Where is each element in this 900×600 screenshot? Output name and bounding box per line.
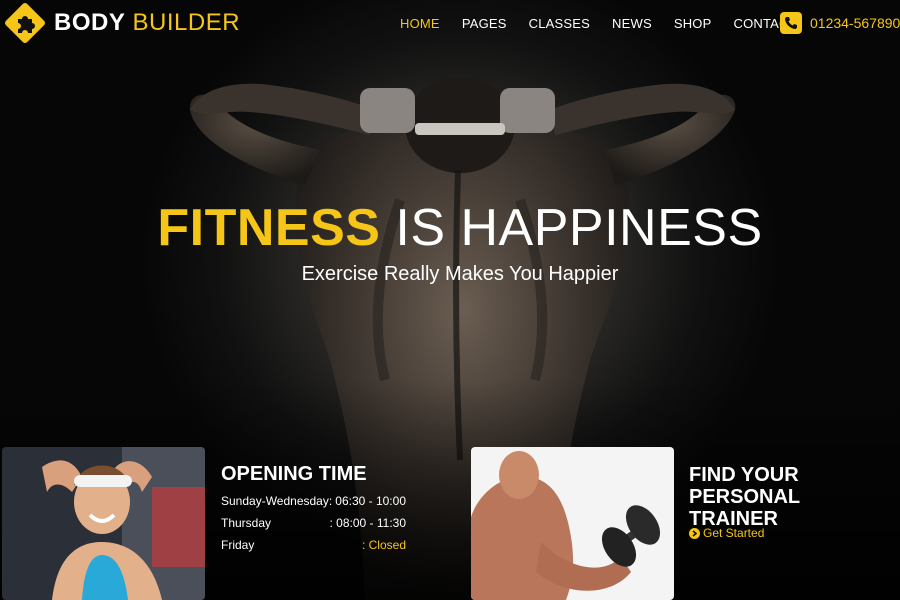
phone-icon — [780, 12, 802, 34]
hours-row: Thursday : 08:00 - 11:30 — [221, 515, 406, 537]
brand-logo[interactable]: BODY BUILDER — [4, 2, 240, 44]
trainer-title: FIND YOUR PERSONAL TRAINER — [689, 464, 900, 530]
phone-contact[interactable]: 01234-567890 — [780, 12, 900, 34]
hero-headline-accent: FITNESS — [157, 199, 381, 257]
nav-item-classes[interactable]: CLASSES — [529, 16, 590, 31]
nav-item-news[interactable]: NEWS — [612, 16, 652, 31]
woman-workout-photo — [2, 447, 205, 600]
brand-name-bold: BODY — [54, 9, 126, 36]
hero-subheadline: Exercise Really Makes You Happier — [301, 263, 619, 285]
nav-item-shop[interactable]: SHOP — [674, 16, 712, 31]
nav-item-pages[interactable]: PAGES — [462, 16, 507, 31]
hours-row: Sunday-Wednesday: 06:30 - 10:00 — [221, 493, 406, 515]
opening-time-title: OPENING TIME — [221, 463, 367, 485]
trainer-title-line1: FIND YOUR PERSONAL — [689, 464, 801, 508]
hours-row: Friday : Closed — [221, 537, 406, 559]
get-started-label: Get Started — [703, 526, 765, 540]
hours-day: Friday — [221, 538, 255, 552]
hours-time-closed: : Closed — [361, 538, 406, 552]
hours-time: 06:30 - 10:00 — [335, 494, 406, 508]
main-navigation: HOME PAGES CLASSES NEWS SHOP CONTACT — [400, 16, 819, 31]
hero-headline-rest: IS HAPPINESS — [395, 199, 763, 257]
hours-day: Thursday — [221, 516, 272, 530]
site-header: BODY BUILDER HOME PAGES CLASSES NEWS SHO… — [0, 0, 900, 48]
nav-item-home[interactable]: HOME — [400, 16, 440, 31]
brand-name-light: BUILDER — [132, 9, 241, 36]
hero-headline: FITNESS IS HAPPINESS — [0, 198, 900, 258]
puzzle-icon — [4, 2, 46, 44]
get-started-link[interactable]: Get Started — [689, 526, 764, 540]
brand-name: BODY BUILDER — [54, 9, 240, 37]
hours-day: Sunday-Wednesday: — [221, 494, 333, 508]
chevron-circle-right-icon — [689, 527, 700, 539]
phone-number: 01234-567890 — [810, 15, 900, 31]
opening-hours-list: Sunday-Wednesday: 06:30 - 10:00 Thursday… — [221, 493, 406, 559]
hours-time: : 08:00 - 11:30 — [329, 516, 407, 530]
trainer-dumbbell-photo — [471, 447, 674, 600]
